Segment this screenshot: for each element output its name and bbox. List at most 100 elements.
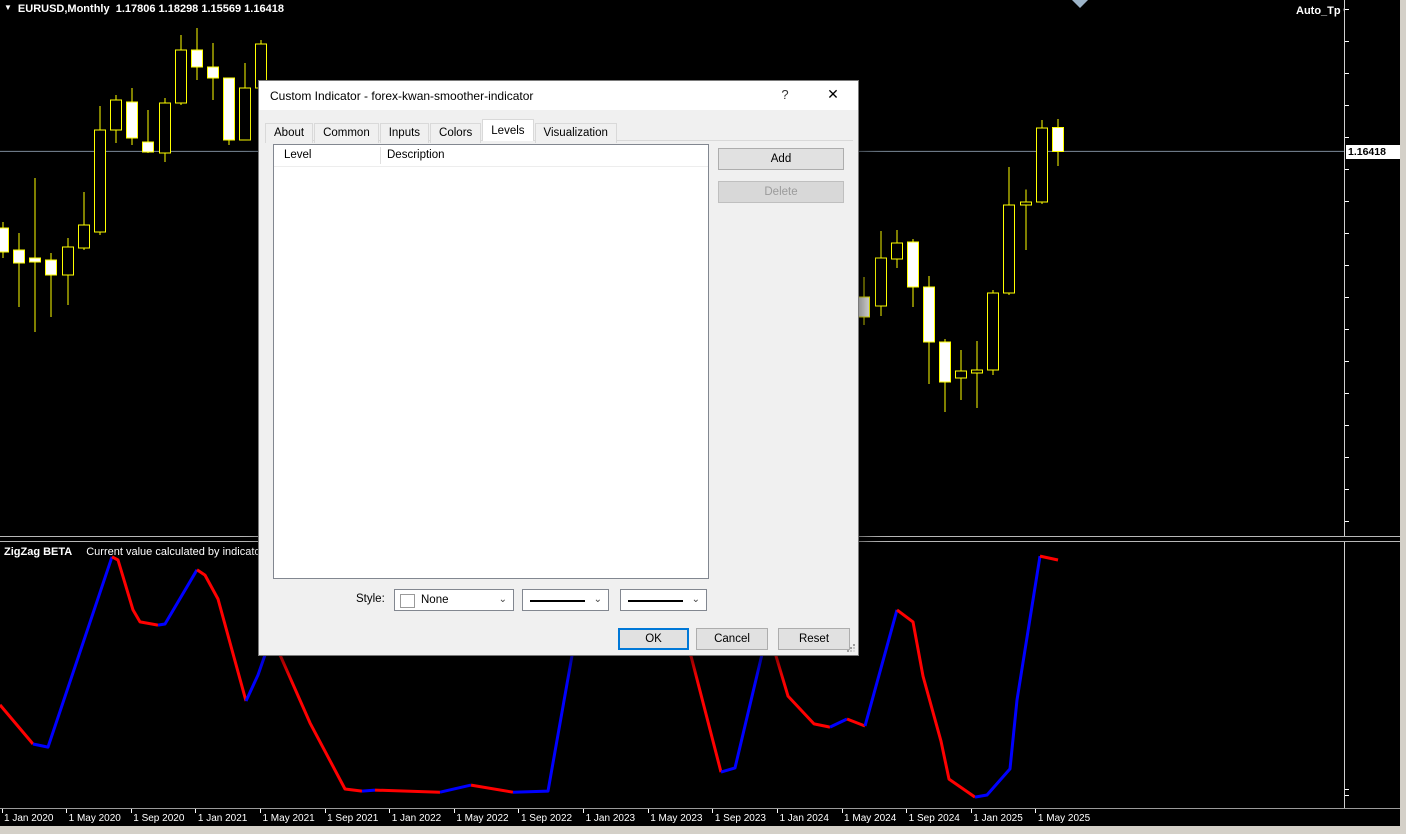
column-divider[interactable]	[380, 147, 381, 164]
reset-button[interactable]: Reset	[778, 628, 850, 650]
time-axis-label: 1 Jan 2022	[391, 813, 442, 824]
time-axis-label: 1 May 2025	[1037, 813, 1091, 824]
time-axis-tick	[842, 809, 843, 813]
time-axis-tick	[195, 809, 196, 813]
add-button[interactable]: Add	[718, 148, 844, 170]
candle	[907, 238, 919, 307]
candle	[1036, 119, 1048, 204]
tab-visualization[interactable]: Visualization	[534, 123, 617, 143]
dialog-tab-strip: About Common Inputs Colors Levels Visualizati…	[265, 119, 853, 143]
zigzag-segment	[1039, 554, 1059, 562]
price-axis-tick	[1345, 233, 1349, 234]
time-axis-tick	[325, 809, 326, 813]
candle	[0, 221, 9, 258]
tab-levels[interactable]: Levels	[482, 119, 534, 141]
column-level[interactable]: Level	[284, 149, 312, 161]
time-axis-tick	[66, 809, 67, 813]
price-axis-tick	[1345, 201, 1349, 202]
chevron-down-icon: ⌄	[691, 594, 700, 605]
color-swatch-none	[400, 594, 415, 608]
candle	[62, 237, 74, 305]
indicator-axis-tick	[1345, 795, 1349, 796]
tab-common[interactable]: Common	[314, 123, 379, 143]
dialog-titlebar[interactable]: Custom Indicator - forex-kwan-smoother-i…	[259, 81, 858, 110]
current-price-tag: 1.16418	[1346, 145, 1401, 159]
dialog-title: Custom Indicator - forex-kwan-smoother-i…	[270, 89, 534, 103]
help-button[interactable]: ?	[774, 87, 796, 105]
time-axis-label: 1 Jan 2023	[585, 813, 636, 824]
price-axis-tick	[1345, 265, 1349, 266]
zigzag-segment	[470, 783, 514, 794]
tab-inputs[interactable]: Inputs	[379, 123, 430, 143]
price-axis-tick	[1345, 393, 1349, 394]
candle	[142, 109, 154, 153]
candle	[78, 191, 90, 250]
candle	[110, 94, 122, 143]
style-label: Style:	[356, 593, 385, 605]
time-axis-tick	[1035, 809, 1036, 813]
zigzag-segment	[111, 555, 159, 627]
time-axis-label: 1 Sep 2020	[133, 813, 185, 824]
zigzag-segment	[829, 717, 848, 729]
tab-colors[interactable]: Colors	[430, 123, 482, 143]
zigzag-segment	[439, 783, 472, 794]
ea-name: Auto_Tp	[1296, 5, 1341, 17]
price-axis-tick	[1345, 329, 1349, 330]
candle	[159, 97, 171, 162]
line-style-select[interactable]: ⌄	[522, 589, 609, 611]
zigzag-segment	[32, 556, 114, 749]
close-icon[interactable]: ✕	[820, 86, 846, 105]
line-width-select[interactable]: ⌄	[620, 589, 707, 611]
time-axis-label: 1 Sep 2023	[714, 813, 766, 824]
level-color-select[interactable]: None ⌄	[394, 589, 514, 611]
tab-about[interactable]: About	[265, 123, 314, 143]
time-axis-tick	[648, 809, 649, 813]
indicator-axis-tick	[1345, 789, 1349, 790]
ohlc-values: 1.17806 1.18298 1.15569 1.16418	[115, 3, 284, 15]
time-axis-label: 1 Jan 2024	[779, 813, 829, 824]
cancel-button[interactable]: Cancel	[696, 628, 768, 650]
price-axis-tick	[1345, 457, 1349, 458]
candle	[875, 230, 887, 316]
candle	[29, 177, 41, 332]
zigzag-segment	[361, 788, 376, 793]
time-axis-label: 1 May 2023	[650, 813, 703, 824]
candle	[1003, 166, 1015, 295]
time-axis-tick	[131, 809, 132, 813]
price-axis-tick	[1345, 425, 1349, 426]
time-axis-label: 1 Jan 2020	[4, 813, 54, 824]
chart-shift-marker-icon[interactable]	[1072, 0, 1088, 8]
resize-grip[interactable]	[847, 644, 855, 652]
candle	[939, 338, 951, 412]
price-axis-tick	[1345, 297, 1349, 298]
symbol-timeframe: EURUSD,Monthly	[17, 3, 110, 15]
time-axis-label: 1 May 2022	[456, 813, 509, 824]
levels-list[interactable]: Level Description	[273, 144, 709, 579]
window-bottom-edge	[0, 826, 1406, 834]
line-width-sample	[628, 600, 683, 602]
time-axis-label: 1 Sep 2021	[327, 813, 379, 824]
time-axis-tick	[260, 809, 261, 813]
price-axis[interactable]: 1.246801.228101.209401.190701.172001.153…	[1345, 0, 1400, 826]
candle	[858, 276, 870, 325]
chart-dropdown-caret-icon[interactable]: ▼	[4, 3, 12, 12]
candle	[891, 229, 903, 268]
zigzag-segment	[863, 609, 899, 727]
time-axis-label: 1 May 2021	[262, 813, 315, 824]
price-axis-tick	[1345, 361, 1349, 362]
custom-indicator-dialog: Custom Indicator - forex-kwan-smoother-i…	[258, 80, 859, 656]
candle	[45, 252, 57, 317]
delete-button[interactable]: Delete	[718, 181, 844, 203]
candle	[923, 275, 935, 384]
indicator-name: ZigZag BETA	[4, 546, 73, 558]
time-axis-label: 1 Jan 2025	[973, 813, 1023, 824]
time-axis-label: 1 Jan 2021	[197, 813, 248, 824]
price-axis-tick	[1345, 41, 1349, 42]
time-axis[interactable]: 1 Jan 2020 1 May 2020 1 Sep 2020 1 Jan 2021…	[0, 808, 1400, 827]
ok-button[interactable]: OK	[618, 628, 689, 650]
candle	[239, 62, 251, 141]
time-axis-label: 1 May 2020	[68, 813, 121, 824]
levels-list-header: Level Description	[274, 145, 708, 167]
window-right-edge	[1400, 0, 1406, 826]
column-description[interactable]: Description	[387, 149, 445, 161]
